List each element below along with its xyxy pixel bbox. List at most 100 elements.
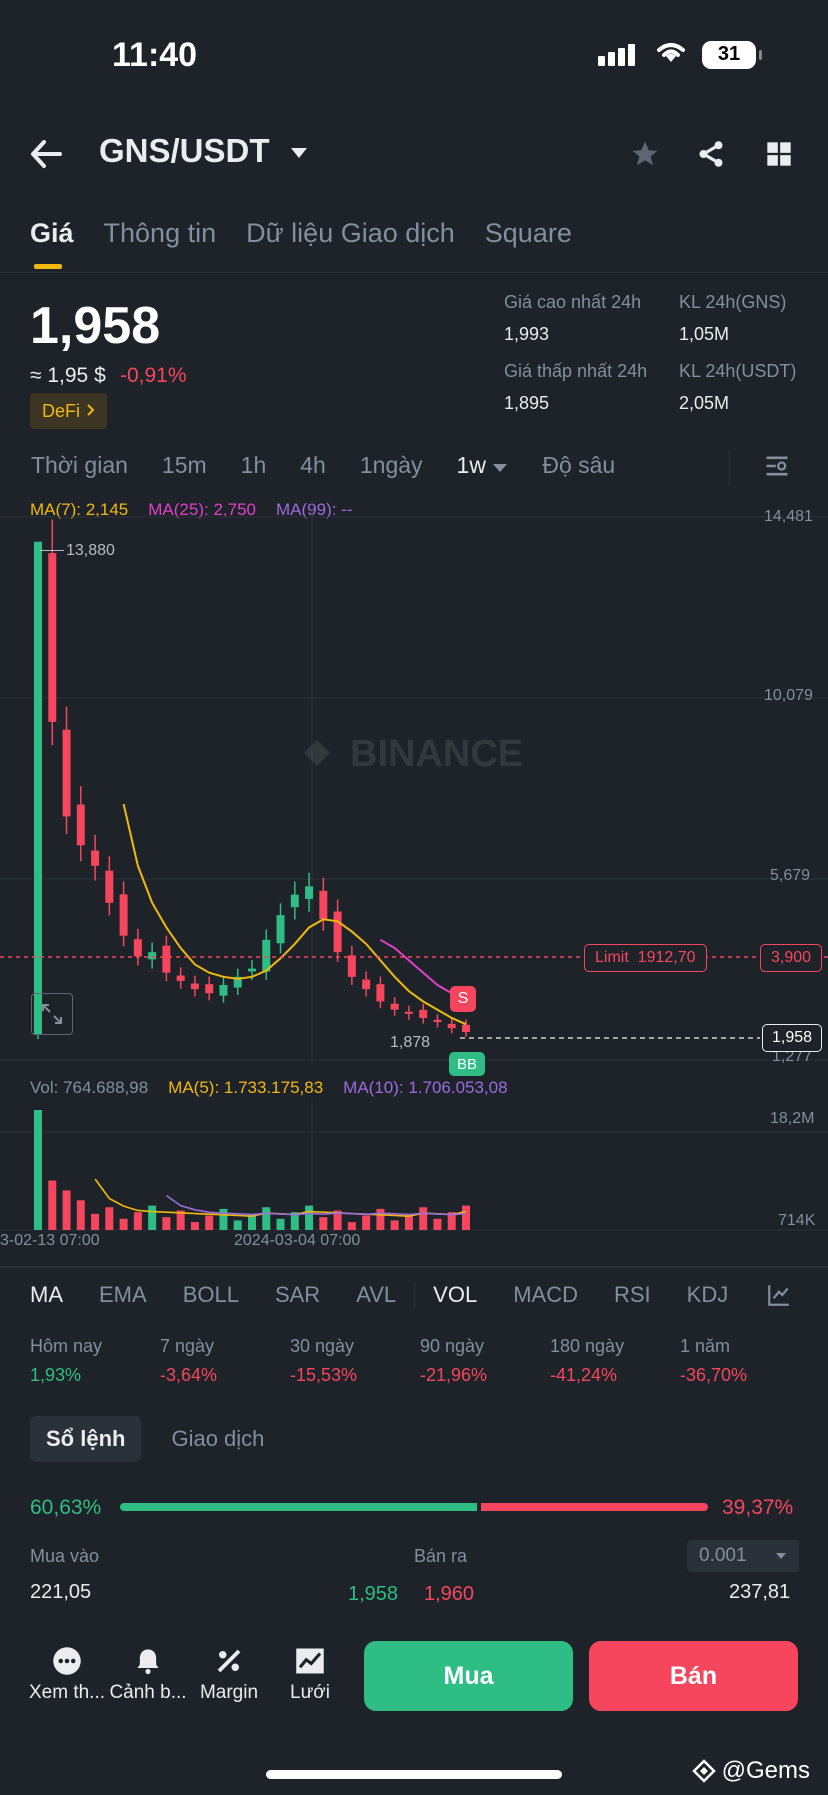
volume-bar [233,1220,242,1230]
category-tag[interactable]: DeFi [30,393,108,429]
vol-gns-label: KL 24h(GNS) [679,292,787,312]
perf-value: -3,64% [160,1365,218,1385]
ind-avl[interactable]: AVL [356,1282,396,1308]
price-tick-1: 14,481 [764,508,813,525]
tf-1w[interactable]: 1w [457,452,509,479]
nav-grid-label: Lưới [290,1682,330,1703]
chevron-down-icon [776,1553,786,1559]
status-icons: 31 [598,40,762,69]
header: GNS/USDT [0,132,828,180]
tab-info[interactable]: Thông tin [104,218,217,249]
fullscreen-icon[interactable] [31,993,73,1035]
volume-bar [319,1217,328,1230]
share-icon[interactable] [693,136,729,172]
ask-price[interactable]: 1,960 [424,1583,474,1606]
tf-separator [729,450,730,486]
candle-body [248,968,256,972]
price-chart[interactable]: BINANCE [0,490,828,1070]
last-price: 1,958 [30,297,161,355]
perf-label: 1 năm [680,1336,731,1356]
candle-body [462,1024,470,1032]
tf-15m[interactable]: 15m [162,452,207,479]
candle-body [62,729,71,817]
candle-body [205,984,214,994]
margin-percent-icon [186,1640,272,1682]
buy-button[interactable]: Mua [364,1641,573,1711]
volume-bar [91,1213,100,1230]
tf-time[interactable]: Thời gian [31,452,128,479]
vol-label: Vol: 764.688,98 [30,1078,149,1097]
nav-more[interactable]: Xem th... [24,1640,110,1704]
ind-ema[interactable]: EMA [99,1282,147,1308]
ind-macd[interactable]: MACD [513,1282,578,1308]
buy-marker[interactable]: BB [449,1052,485,1076]
chart-settings-icon[interactable] [763,452,791,485]
candle-body [447,1023,456,1029]
ind-vol[interactable]: VOL [414,1282,477,1308]
volume-bar [262,1207,271,1230]
tf-depth[interactable]: Độ sâu [542,452,615,479]
volume-bar [305,1205,314,1230]
main-tabs: Giá Thông tin Dữ liệu Giao dịch Square [30,218,572,269]
ind-sar[interactable]: SAR [275,1282,320,1308]
volume-bar [219,1208,228,1230]
chevron-right-icon [86,401,95,422]
limit-order-tag[interactable]: Limit 1912,70 [584,944,707,972]
back-arrow-icon[interactable] [30,136,62,178]
perf-value: -15,53% [290,1365,358,1385]
tab-trades[interactable]: Giao dịch [171,1426,264,1452]
nav-alerts-label: Cảnh b... [109,1682,187,1703]
sell-button[interactable]: Bán [589,1641,798,1711]
high-24h-label: Giá cao nhất 24h [504,292,642,312]
home-indicator [266,1770,562,1779]
low-24h-label: Giá thấp nhất 24h [504,361,648,381]
bids-header: Mua vào [30,1546,100,1566]
grid-menu-icon[interactable] [761,136,797,172]
indicator-settings-icon[interactable] [766,1282,792,1313]
candle-body [276,915,285,944]
tab-trading-data[interactable]: Dữ liệu Giao dịch [246,218,455,249]
favorite-star-icon[interactable] [627,136,663,172]
tab-price[interactable]: Giá [30,218,74,269]
candle-body [133,939,142,957]
sell-marker[interactable]: S [450,986,476,1012]
candle-body [48,553,57,722]
ask-qty: 237,81 [729,1581,791,1603]
svg-text:BINANCE: BINANCE [350,733,523,775]
volume-bar [34,1110,42,1230]
candle-body [376,984,385,1002]
ratio-bar-buy [120,1503,477,1511]
precision-select[interactable]: 0.001 [687,1540,799,1572]
candle-body [362,979,371,990]
tf-1d[interactable]: 1ngày [360,452,423,479]
pair-dropdown-icon[interactable] [290,142,308,165]
ind-ma[interactable]: MA [30,1282,63,1308]
candle-body [305,886,314,899]
pair-title[interactable]: GNS/USDT [99,132,270,170]
volume-chart[interactable] [0,1100,828,1235]
vol-ma10-label: MA(10): 1.706.053,08 [343,1078,508,1097]
current-price-tag: 1,958 [762,1024,822,1052]
nav-more-label: Xem th... [28,1682,106,1703]
vol-usdt-value: 2,05M [679,393,730,413]
nav-grid[interactable]: Lưới [267,1640,353,1704]
nav-margin[interactable]: Margin [186,1640,272,1704]
tab-square[interactable]: Square [485,218,572,249]
tf-1h[interactable]: 1h [241,452,267,479]
tf-4h[interactable]: 4h [300,452,326,479]
bid-price[interactable]: 1,958 [348,1583,398,1606]
volume-bar [48,1180,57,1230]
volume-bar [433,1218,442,1230]
ind-boll[interactable]: BOLL [183,1282,239,1308]
price-change: -0,91% [120,364,187,387]
wifi-icon [654,40,688,69]
volume-bar [76,1200,85,1230]
ratio-bar [120,1503,708,1511]
perf-label: Hôm nay [30,1336,103,1356]
ind-kdj[interactable]: KDJ [687,1282,729,1308]
tab-orderbook[interactable]: Sổ lệnh [30,1416,142,1462]
ind-rsi[interactable]: RSI [614,1282,651,1308]
nav-alerts[interactable]: Cảnh b... [105,1640,191,1704]
candles-group [34,519,470,1040]
watermark-text: @Gems [721,1757,810,1784]
